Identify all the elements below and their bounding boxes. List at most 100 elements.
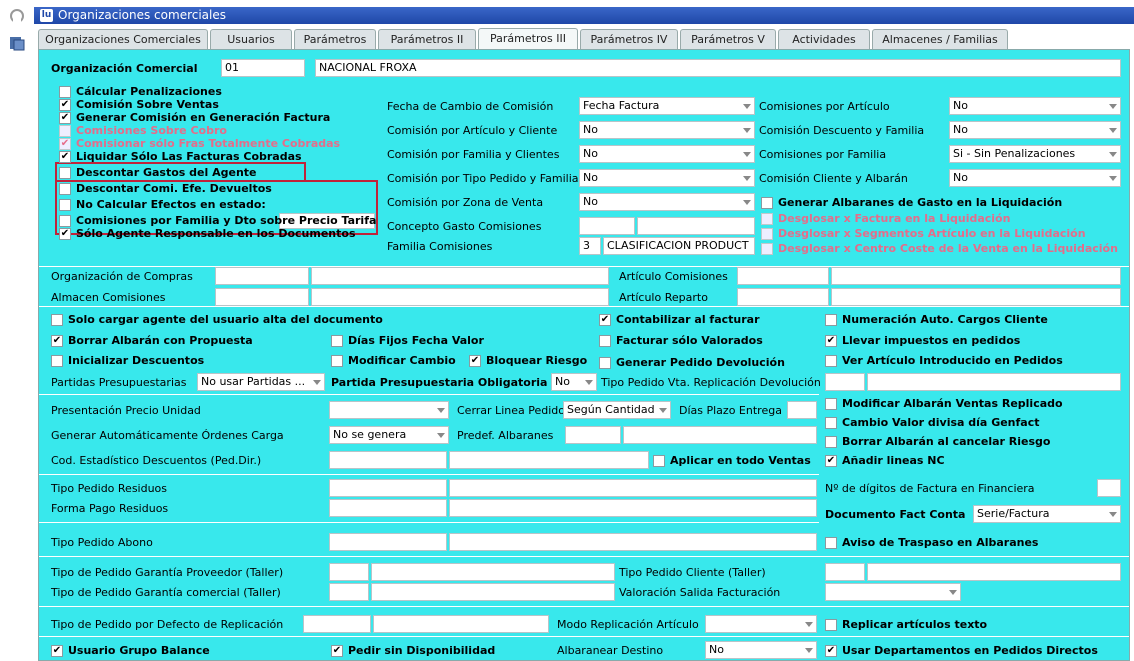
pres-precio-select[interactable] bbox=[329, 401, 449, 419]
com-cli-alb-select[interactable]: No bbox=[949, 169, 1121, 187]
checkbox[interactable] bbox=[599, 335, 611, 347]
chk-gen-ped-dev[interactable]: Generar Pedido Devolución bbox=[599, 356, 785, 370]
defecto-repl-name-input[interactable] bbox=[373, 615, 549, 633]
com-art-cli-select[interactable]: No bbox=[579, 121, 755, 139]
partida-oblig-select[interactable]: No bbox=[551, 373, 597, 391]
familia-com-code-input[interactable]: 3 bbox=[579, 237, 601, 255]
chk-pedir-sin[interactable]: ✔ Pedir sin Disponibilidad bbox=[331, 644, 495, 658]
chk-calcular-penalizaciones[interactable]: Cálcular Penalizaciones bbox=[59, 85, 222, 99]
tipo-cli-taller-code-input[interactable] bbox=[825, 563, 865, 581]
chk-usar-dep[interactable]: ✔ Usar Departamentos en Pedidos Directos bbox=[825, 644, 1098, 658]
chk-borrar-riesgo[interactable]: Borrar Albarán al cancelar Riesgo bbox=[825, 435, 1050, 449]
checkbox[interactable] bbox=[653, 455, 665, 467]
predef-alb-code-input[interactable] bbox=[565, 426, 621, 444]
almacen-com-code-input[interactable] bbox=[215, 288, 309, 306]
checkbox[interactable]: ✔ bbox=[331, 645, 343, 657]
cod-est-code-input[interactable] bbox=[329, 451, 447, 469]
tipo-repl-dev-name-input[interactable] bbox=[867, 373, 1121, 391]
checkbox[interactable] bbox=[825, 537, 837, 549]
almacen-com-name-input[interactable] bbox=[311, 288, 609, 306]
forma-pago-code-input[interactable] bbox=[329, 499, 447, 517]
tipo-cli-taller-name-input[interactable] bbox=[867, 563, 1121, 581]
tipo-abono-name-input[interactable] bbox=[449, 533, 817, 551]
chk-comisiones-familia-dto[interactable]: Comisiones por Familia y Dto sobre Preci… bbox=[59, 214, 376, 228]
concepto-gasto-code-input[interactable] bbox=[579, 217, 635, 235]
chk-comision-sobre-ventas[interactable]: ✔ Comisión Sobre Ventas bbox=[59, 98, 219, 112]
tipo-abono-code-input[interactable] bbox=[329, 533, 447, 551]
art-reparto-name-input[interactable] bbox=[831, 288, 1121, 306]
checkbox[interactable]: ✔ bbox=[825, 455, 837, 467]
chk-aviso[interactable]: Aviso de Traspaso en Albaranes bbox=[825, 536, 1038, 550]
chk-borrar-alb[interactable]: ✔ Borrar Albarán con Propuesta bbox=[51, 334, 253, 348]
chk-replicar[interactable]: Replicar artículos texto bbox=[825, 618, 987, 632]
chk-anadir-nc[interactable]: ✔ Añadir lineas NC bbox=[825, 454, 945, 468]
chk-solo-agente-responsable[interactable]: ✔ Sólo Agente Responsable en los Document… bbox=[59, 227, 356, 241]
checkbox[interactable]: ✔ bbox=[469, 355, 481, 367]
checkbox[interactable] bbox=[825, 619, 837, 631]
checkbox[interactable] bbox=[51, 355, 63, 367]
art-comisiones-name-input[interactable] bbox=[831, 267, 1121, 285]
tipo-residuos-name-input[interactable] bbox=[449, 479, 817, 497]
checkbox[interactable] bbox=[59, 167, 71, 179]
tab-actividades[interactable]: Actividades bbox=[778, 29, 870, 49]
com-familia-select[interactable]: Si - Sin Penalizaciones bbox=[949, 145, 1121, 163]
checkbox[interactable]: ✔ bbox=[825, 645, 837, 657]
defecto-repl-code-input[interactable] bbox=[303, 615, 371, 633]
predef-alb-name-input[interactable] bbox=[623, 426, 817, 444]
concepto-gasto-name-input[interactable] bbox=[637, 217, 755, 235]
chk-descontar-comi-devueltos[interactable]: Descontar Comi. Efe. Devueltos bbox=[59, 182, 272, 196]
checkbox[interactable]: ✔ bbox=[59, 151, 71, 163]
garantia-com-code-input[interactable] bbox=[329, 583, 369, 601]
checkbox[interactable] bbox=[825, 417, 837, 429]
tab-parametros[interactable]: Parámetros bbox=[294, 29, 376, 49]
chk-numeracion[interactable]: Numeración Auto. Cargos Cliente bbox=[825, 313, 1048, 327]
cerrar-linea-select[interactable]: Según Cantidad bbox=[563, 401, 671, 419]
chk-no-calcular-efectos[interactable]: No Calcular Efectos en estado: bbox=[59, 198, 266, 212]
dias-plazo-input[interactable] bbox=[787, 401, 817, 419]
tab-parametros-v[interactable]: Parámetros V bbox=[680, 29, 776, 49]
art-comisiones-code-input[interactable] bbox=[737, 267, 829, 285]
checkbox[interactable] bbox=[59, 86, 71, 98]
checkbox[interactable] bbox=[59, 215, 71, 227]
checkbox[interactable] bbox=[59, 183, 71, 195]
org-code-input[interactable]: 01 bbox=[221, 59, 305, 77]
checkbox[interactable] bbox=[331, 355, 343, 367]
com-tipo-ped-select[interactable]: No bbox=[579, 169, 755, 187]
garantia-com-name-input[interactable] bbox=[371, 583, 615, 601]
checkbox[interactable] bbox=[825, 398, 837, 410]
chk-facturar-val[interactable]: Facturar sólo Valorados bbox=[599, 334, 763, 348]
checkbox[interactable]: ✔ bbox=[51, 335, 63, 347]
com-articulo-select[interactable]: No bbox=[949, 97, 1121, 115]
com-zona-select[interactable]: No bbox=[579, 193, 755, 211]
org-compras-code-input[interactable] bbox=[215, 267, 309, 285]
familia-com-name-input[interactable]: CLASIFICACION PRODUCT bbox=[603, 237, 755, 255]
partidas-select[interactable]: No usar Partidas ... bbox=[197, 373, 325, 391]
chk-ver-art[interactable]: Ver Artículo Introducido en Pedidos bbox=[825, 354, 1063, 368]
tab-almacenes[interactable]: Almacenes / Familias bbox=[872, 29, 1008, 49]
tipo-repl-dev-code-input[interactable] bbox=[825, 373, 865, 391]
chk-inic-desc[interactable]: Inicializar Descuentos bbox=[51, 354, 204, 368]
checkbox[interactable] bbox=[59, 199, 71, 211]
checkbox[interactable]: ✔ bbox=[599, 314, 611, 326]
chk-aplicar-todo-ventas[interactable]: Aplicar en todo Ventas bbox=[653, 454, 811, 468]
checkbox[interactable]: ✔ bbox=[59, 228, 71, 240]
cod-est-name-input[interactable] bbox=[449, 451, 649, 469]
checkbox[interactable] bbox=[51, 314, 63, 326]
chk-generar-albaranes[interactable]: Generar Albaranes de Gasto en la Liquida… bbox=[761, 196, 1062, 210]
help-icon[interactable] bbox=[9, 8, 25, 24]
doc-fact-select[interactable]: Serie/Factura bbox=[973, 505, 1121, 523]
garantia-prov-code-input[interactable] bbox=[329, 563, 369, 581]
chk-dias-fijos[interactable]: Días Fijos Fecha Valor bbox=[331, 334, 484, 348]
tab-parametros-ii[interactable]: Parámetros II bbox=[378, 29, 476, 49]
chk-contabilizar[interactable]: ✔ Contabilizar al facturar bbox=[599, 313, 760, 327]
tab-parametros-iv[interactable]: Parámetros IV bbox=[580, 29, 678, 49]
org-name-input[interactable]: NACIONAL FROXA bbox=[315, 59, 1121, 77]
checkbox[interactable]: ✔ bbox=[51, 645, 63, 657]
checkbox[interactable]: ✔ bbox=[59, 112, 71, 124]
chk-llevar-imp[interactable]: ✔ Llevar impuestos en pedidos bbox=[825, 334, 1020, 348]
checkbox[interactable]: ✔ bbox=[59, 99, 71, 111]
modo-repl-select[interactable] bbox=[705, 615, 817, 633]
art-reparto-code-input[interactable] bbox=[737, 288, 829, 306]
chk-liquidar-facturas-cobradas[interactable]: ✔ Liquidar Sólo Las Facturas Cobradas bbox=[59, 150, 302, 164]
tab-organizaciones[interactable]: Organizaciones Comerciales bbox=[38, 29, 208, 49]
